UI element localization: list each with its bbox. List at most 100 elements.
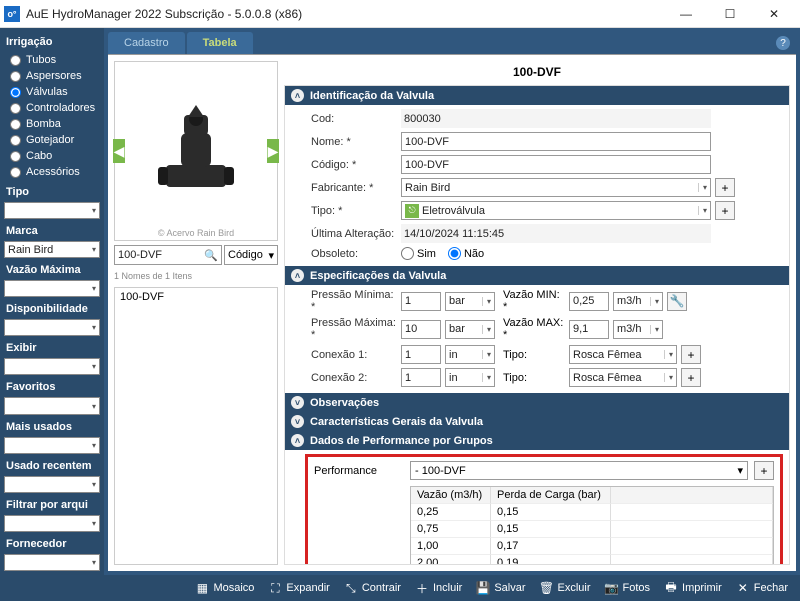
obsoleto-nao-radio[interactable]: Não — [448, 247, 484, 260]
tab-tabela[interactable]: Tabela — [187, 32, 253, 54]
close-icon: ✕ — [736, 581, 750, 595]
disp-combo[interactable]: ▾ — [4, 319, 100, 336]
sidebar-radio-cabo[interactable]: Cabo — [4, 148, 100, 164]
cod-value: 800030 — [401, 109, 711, 128]
section-head-perf[interactable]: ˄Dados de Performance por Grupos — [285, 431, 789, 450]
section-head-ident[interactable]: ˄Identificação da Valvula — [285, 86, 789, 105]
valve-type-icon: ⎋ — [405, 204, 419, 218]
chevron-down-icon: ▾ — [92, 519, 96, 528]
tipo-combo[interactable]: ▾ — [4, 202, 100, 219]
sidebar-section-filter: Filtrar por arqui — [4, 495, 100, 513]
section-head-obs[interactable]: ˅Observações — [285, 393, 789, 412]
chevron-down-icon: ▾ — [664, 373, 673, 382]
vmax-unit-combo[interactable]: m3/h▾ — [613, 320, 663, 339]
section-head-spec[interactable]: ˄Especificações da Valvula — [285, 266, 789, 285]
sidebar-section-irrigacao: Irrigação — [4, 32, 100, 50]
table-row[interactable]: 0,750,15 — [411, 521, 773, 538]
excluir-button[interactable]: 🗑Excluir — [534, 578, 597, 598]
most-combo[interactable]: ▾ — [4, 437, 100, 454]
c2-tipo-label: Tipo: — [499, 372, 565, 384]
c2-unit-combo[interactable]: in▾ — [445, 368, 495, 387]
c1-label: Conexão 1: — [311, 349, 397, 361]
chevron-down-icon: ▾ — [92, 558, 96, 567]
c1-input[interactable]: 1 — [401, 345, 441, 364]
tab-cadastro[interactable]: Cadastro — [108, 32, 185, 54]
list-count-info: 1 Nomes de 1 Itens — [114, 269, 278, 283]
c2-label: Conexão 2: — [311, 372, 397, 384]
app-icon: o° — [4, 6, 20, 22]
pmax-label: Pressão Máxima: * — [311, 317, 397, 341]
expandir-button[interactable]: ⛶Expandir — [262, 578, 335, 598]
sidebar-radio-gotejador[interactable]: Gotejador — [4, 132, 100, 148]
pmin-input[interactable]: 1 — [401, 292, 441, 311]
sidebar-radio-válvulas[interactable]: Válvulas — [4, 84, 100, 100]
maximize-button[interactable]: ☐ — [708, 0, 752, 28]
tipo-add-button[interactable]: + — [715, 201, 735, 220]
c2-input[interactable]: 1 — [401, 368, 441, 387]
imprimir-button[interactable]: 🖶Imprimir — [658, 578, 728, 598]
fab-add-button[interactable]: + — [715, 178, 735, 197]
camera-icon: 📷 — [605, 581, 619, 595]
exibir-combo[interactable]: ▾ — [4, 358, 100, 375]
section-head-carac[interactable]: ˅Características Gerais da Valvula — [285, 412, 789, 431]
codigo-input[interactable]: 100-DVF — [401, 155, 711, 174]
vazao-combo[interactable]: ▾ — [4, 280, 100, 297]
perf-add-button[interactable]: + — [754, 461, 774, 480]
sidebar-radio-controladores[interactable]: Controladores — [4, 100, 100, 116]
chevron-down-icon: ▾ — [92, 480, 96, 489]
c2-tipo-combo[interactable]: Rosca Fêmea▾ — [569, 368, 677, 387]
salvar-button[interactable]: 💾Salvar — [470, 578, 531, 598]
sidebar-radio-bomba[interactable]: Bomba — [4, 116, 100, 132]
form-scroll[interactable]: ˄Identificação da Valvula Cod:800030 Nom… — [284, 85, 790, 565]
search-icon[interactable]: 🔍 — [204, 249, 218, 262]
vazao-tool-button[interactable]: 🔧 — [667, 292, 687, 311]
window-title: AuE HydroManager 2022 Subscrição - 5.0.0… — [26, 7, 664, 21]
c1-tipo-combo[interactable]: Rosca Fêmea▾ — [569, 345, 677, 364]
pmax-input[interactable]: 10 — [401, 320, 441, 339]
image-prev-button[interactable]: ◀ — [113, 139, 125, 163]
nome-input[interactable]: 100-DVF — [401, 132, 711, 151]
fav-combo[interactable]: ▾ — [4, 397, 100, 414]
chevron-down-icon: ▾ — [92, 284, 96, 293]
close-button[interactable]: ✕ — [752, 0, 796, 28]
image-next-button[interactable]: ▶ — [267, 139, 279, 163]
c1-add-button[interactable]: + — [681, 345, 701, 364]
help-icon[interactable]: ? — [776, 36, 790, 50]
fechar-button[interactable]: ✕Fechar — [730, 578, 794, 598]
perf-select[interactable]: - 100-DVF▾ — [410, 461, 748, 480]
sidebar-radio-aspersores[interactable]: Aspersores — [4, 68, 100, 84]
sidebar-radio-acessórios[interactable]: Acessórios — [4, 164, 100, 180]
search-input[interactable]: 100-DVF 🔍 — [114, 245, 222, 265]
search-mode-combo[interactable]: Código▾ — [224, 245, 278, 265]
obsoleto-sim-radio[interactable]: Sim — [401, 247, 436, 260]
mosaico-button[interactable]: ▦Mosaico — [189, 578, 260, 598]
tipo-combo[interactable]: ⎋Eletroválvula▾ — [401, 201, 711, 220]
recent-combo[interactable]: ▾ — [4, 476, 100, 493]
vmax-input[interactable]: 9,1 — [569, 320, 609, 339]
c1-unit-combo[interactable]: in▾ — [445, 345, 495, 364]
performance-highlight-box: Performance - 100-DVF▾ + Vazão (m3/h) Pe… — [305, 454, 783, 565]
minimize-button[interactable]: — — [664, 0, 708, 28]
alt-label: Última Alteração: — [311, 228, 397, 240]
marca-combo[interactable]: Rain Bird▾ — [4, 241, 100, 258]
table-row[interactable]: 2,000,19 — [411, 555, 773, 565]
filter-combo[interactable]: ▾ — [4, 515, 100, 532]
fornec-combo[interactable]: ▾ — [4, 554, 100, 571]
table-row[interactable]: 1,000,17 — [411, 538, 773, 555]
incluir-button[interactable]: ＋Incluir — [409, 578, 468, 598]
pmax-unit-combo[interactable]: bar▾ — [445, 320, 495, 339]
vmin-input[interactable]: 0,25 — [569, 292, 609, 311]
c2-add-button[interactable]: + — [681, 368, 701, 387]
list-item[interactable]: 100-DVF — [115, 288, 277, 306]
vmin-unit-combo[interactable]: m3/h▾ — [613, 292, 663, 311]
right-column: 100-DVF ˄Identificação da Valvula Cod:80… — [284, 61, 790, 565]
sidebar-radio-tubos[interactable]: Tubos — [4, 52, 100, 68]
fotos-button[interactable]: 📷Fotos — [599, 578, 657, 598]
fab-combo[interactable]: Rain Bird▾ — [401, 178, 711, 197]
item-list[interactable]: 100-DVF — [114, 287, 278, 565]
contrair-button[interactable]: ⤡Contrair — [338, 578, 407, 598]
pmin-unit-combo[interactable]: bar▾ — [445, 292, 495, 311]
mosaic-icon: ▦ — [195, 581, 209, 595]
tabs: Cadastro Tabela — [108, 32, 796, 54]
table-row[interactable]: 0,250,15 — [411, 504, 773, 521]
